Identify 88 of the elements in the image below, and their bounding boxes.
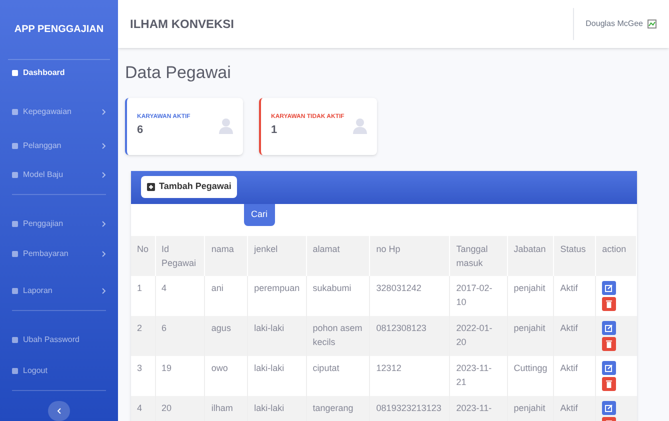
table-cell: ani (211, 282, 224, 292)
table-cell: perempuan (254, 282, 300, 292)
table-cell: 328031242 (376, 282, 422, 292)
plus-square-icon (147, 183, 155, 191)
edit-icon (605, 324, 614, 332)
trash-icon (606, 340, 612, 348)
table-cell: 12312 (376, 362, 402, 372)
sidebar-brand: APP PENGGAJIAN (8, 0, 110, 60)
delete-button[interactable] (602, 336, 616, 350)
table-cell: agus (211, 322, 231, 332)
user-icon (219, 118, 233, 134)
sidebar-item[interactable]: Laporan (8, 278, 110, 304)
menu-icon (12, 336, 18, 343)
chevron-right-icon (102, 250, 106, 256)
table-cell: 2022-01-20 (456, 322, 492, 346)
edit-icon (605, 364, 614, 372)
user-icon (353, 118, 367, 134)
table-cell: pohon asem kecils (312, 322, 362, 346)
menu-icon (12, 172, 18, 178)
trash-icon (606, 380, 612, 388)
edit-button[interactable] (602, 280, 616, 294)
table-cell: Aktif (560, 282, 578, 292)
edit-button[interactable] (602, 400, 616, 414)
chevron-right-icon (102, 220, 106, 227)
table-cell: 2017-02-10 (456, 282, 492, 306)
chevron-right-icon (102, 109, 106, 116)
stat-value: 1 (271, 123, 278, 138)
table-cell: Aktif (560, 402, 578, 412)
table-cell: ilham (211, 402, 233, 412)
table-cell: 4 (162, 282, 167, 292)
sidebar-item[interactable]: Ubah Password (8, 326, 110, 352)
search-button[interactable]: Cari (244, 204, 275, 226)
table-cell: 3 (137, 362, 142, 372)
sidebar-item[interactable]: Pelanggan (8, 133, 110, 159)
table-cell: Aktif (560, 362, 578, 372)
table-cell: penjahit (514, 282, 546, 292)
menu-icon (12, 109, 18, 116)
broken-image-icon (647, 19, 657, 29)
table-cell: tangerang (312, 402, 354, 412)
edit-button[interactable] (602, 360, 616, 374)
table-cell: ciputat (312, 362, 340, 372)
menu-icon (12, 142, 18, 149)
sidebar-item[interactable]: Model Baju (8, 162, 110, 188)
chevron-right-icon (102, 288, 106, 294)
table-cell: 6 (162, 322, 167, 332)
delete-button[interactable] (602, 296, 616, 310)
table-cell: sukabumi (312, 282, 352, 292)
chevron-right-icon (102, 172, 106, 178)
table-cell: Cuttingg (514, 362, 548, 372)
delete-button[interactable] (602, 376, 616, 390)
menu-icon (12, 250, 18, 256)
table-cell: laki-laki (254, 322, 284, 332)
sidebar-item[interactable]: Pembayaran (8, 240, 110, 266)
page-title: Data Pegawai (125, 62, 232, 84)
menu-icon (12, 368, 18, 374)
table-cell: 0819323213123 (376, 402, 442, 412)
edit-icon (605, 284, 614, 292)
table-cell: 0812308123 (376, 322, 426, 332)
edit-icon (605, 404, 614, 412)
table-cell: laki-laki (254, 362, 284, 372)
table-cell: 20 (162, 402, 172, 412)
table-cell: Aktif (560, 322, 578, 332)
stat-value: 6 (137, 123, 144, 138)
table-cell: 1 (137, 282, 142, 292)
add-employee-button[interactable]: Tambah Pegawai (141, 176, 238, 198)
edit-button[interactable] (602, 320, 616, 334)
trash-icon (606, 300, 612, 308)
sidebar-item[interactable]: Logout (8, 358, 110, 384)
table-cell: penjahit (514, 402, 546, 412)
sidebar-toggle-button[interactable] (48, 400, 70, 421)
table-cell: 2023-11-21 (456, 362, 492, 386)
table-cell: 19 (162, 362, 172, 372)
table-cell: 2 (137, 322, 142, 332)
sidebar-item[interactable]: Dashboard (8, 60, 110, 86)
table-cell: 2023-11- (456, 402, 492, 412)
chevron-right-icon (102, 142, 106, 149)
table-cell: 4 (137, 402, 142, 412)
menu-icon (12, 70, 18, 76)
chevron-left-icon (57, 408, 61, 414)
user-name[interactable]: Douglas McGee (586, 18, 643, 30)
table-cell: owo (211, 362, 228, 372)
menu-icon (12, 220, 18, 227)
menu-icon (12, 288, 18, 294)
sidebar-item[interactable]: Penggajian (8, 211, 110, 237)
sidebar-item[interactable]: Kepegawaian (8, 100, 110, 126)
table-cell: laki-laki (254, 402, 284, 412)
topbar-title: ILHAM KONVEKSI (130, 16, 234, 33)
table-cell: penjahit (514, 322, 546, 332)
